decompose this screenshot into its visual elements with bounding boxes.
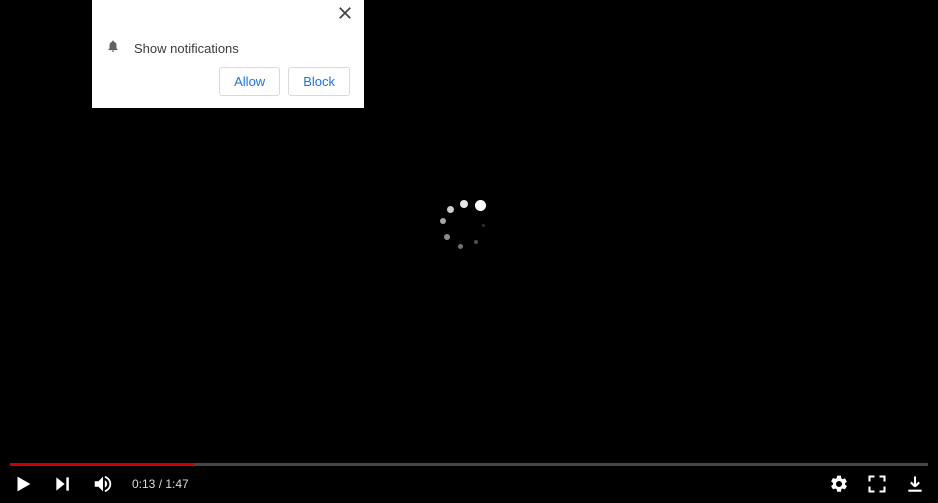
download-icon[interactable] <box>904 473 926 495</box>
current-time: 0:13 <box>132 477 155 491</box>
gear-icon[interactable] <box>828 473 850 495</box>
notification-message: Show notifications <box>134 41 239 56</box>
player-controls: 0:13 / 1:47 <box>0 465 938 503</box>
close-icon[interactable] <box>338 6 354 22</box>
time-display: 0:13 / 1:47 <box>132 477 189 491</box>
fullscreen-icon[interactable] <box>866 473 888 495</box>
allow-button[interactable]: Allow <box>219 67 280 96</box>
block-button[interactable]: Block <box>288 67 350 96</box>
play-icon[interactable] <box>12 473 34 495</box>
bell-icon <box>106 38 120 59</box>
notification-dialog: Show notifications Allow Block <box>92 0 364 108</box>
next-icon[interactable] <box>52 473 74 495</box>
loading-spinner <box>438 200 494 256</box>
duration: 1:47 <box>165 477 188 491</box>
volume-icon[interactable] <box>92 473 114 495</box>
